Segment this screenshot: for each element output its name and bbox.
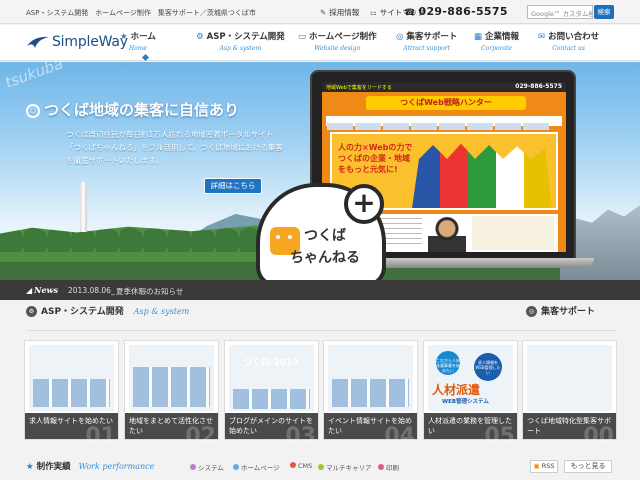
card-thumbnail	[129, 345, 214, 411]
card-caption: 人材派遣の業務を管理したい 05	[424, 413, 517, 448]
rss-icon: ▣	[533, 462, 540, 470]
card-thumbnail	[328, 345, 413, 411]
card-thumbnail: つくロ-2013	[229, 345, 314, 411]
recruit-link[interactable]: ✎ 採用情報	[320, 7, 359, 18]
screen-heroes-image	[412, 143, 552, 208]
dot-icon	[233, 464, 239, 470]
nav-attract-support[interactable]: ◎ 集客サポート Attract support	[396, 30, 457, 52]
phone-icon: ☎	[404, 8, 416, 18]
top-bar: ASP・システム開発 ホームページ制作 集客サポート／茨城県つくば市 ✎ 採用情報…	[0, 0, 640, 24]
search-button[interactable]: 検索	[594, 5, 614, 19]
nav-corporate[interactable]: ▦ 企業情報 Corporate	[474, 30, 519, 52]
search-input[interactable]: Google™ カスタム検索	[527, 5, 593, 19]
card-thumbnail	[527, 345, 612, 411]
section-divider	[26, 330, 616, 331]
dot-icon	[318, 464, 324, 470]
target-icon: ◎	[526, 306, 537, 317]
card-caption: イベント情報サイトを始めたい 04	[324, 413, 417, 448]
dot-icon	[378, 464, 384, 470]
asp-section-heading: ⚙ ASP・システム開発 Asp & system	[26, 304, 189, 328]
card-caption: 求人情報サイトを始めたい 01	[25, 413, 118, 448]
star-icon: ★	[120, 32, 128, 42]
service-card-job-site[interactable]: 求人情報サイトを始めたい 01	[24, 340, 119, 448]
card-caption: 地域をまとめて活性化させたい 02	[125, 413, 218, 448]
service-card-regional[interactable]: 地域をまとめて活性化させたい 02	[124, 340, 219, 448]
person-photo	[428, 216, 466, 252]
nav-contact[interactable]: ✉ お問い合わせ Contact us	[538, 30, 599, 52]
hero-detail-button[interactable]: 詳細はこちら	[204, 178, 262, 194]
nav-website-design[interactable]: ▭ ホームページ制作 Website design	[298, 30, 377, 52]
attract-section-heading: ◎ 集客サポート	[526, 304, 595, 328]
service-card-attract[interactable]: つくば地域特化型集客サポート 00	[522, 340, 617, 448]
legend-item[interactable]: CMS	[290, 462, 312, 470]
service-card-event[interactable]: イベント情報サイトを始めたい 04	[323, 340, 418, 448]
legend-item[interactable]: システム	[190, 462, 224, 472]
hero-description: つくば周辺住民が毎日約1万人訪れる地域密着ポータルサイト「つくばちゃんねる」をフ…	[66, 130, 283, 165]
nav-asp-system[interactable]: ⚙ ASP・システム開発 Asp & system	[196, 30, 285, 52]
service-card-staffing[interactable]: これから人材派遣事業を始めたい 求人情報をWEB管理したい 人材派遣 WEB管理…	[423, 340, 518, 448]
smile-icon: ☺	[26, 104, 40, 118]
gear-icon: ⚙	[196, 32, 204, 42]
legend-item[interactable]: 印刷	[378, 462, 399, 472]
more-button[interactable]: もっと見る	[564, 460, 612, 473]
mail-icon: ✉	[538, 32, 546, 42]
card-caption: ブログがメインのサイトを始めたい 03	[225, 413, 318, 448]
logo-swoosh-icon	[27, 36, 49, 48]
performance-heading: ★ 制作実績 Work performance	[26, 462, 155, 472]
legend-item[interactable]: ホームページ	[233, 462, 280, 472]
phone-number: ☎ 029-886-5575	[404, 5, 508, 18]
hero-headline: ☺ つくば地域の集客に自信あり	[26, 99, 239, 120]
service-card-blog[interactable]: つくロ-2013 ブログがメインのサイトを始めたい 03	[224, 340, 319, 448]
news-item-link[interactable]: 夏季休暇のお知らせ	[116, 286, 183, 297]
star-icon: ★	[26, 462, 34, 472]
news-date: 2013.08.06_	[68, 286, 115, 295]
legend-item[interactable]: マルチキャリア	[318, 462, 372, 472]
nav-home[interactable]: ★ ホーム Home	[120, 30, 156, 52]
card-thumbnail	[29, 345, 114, 411]
news-label: ◢ News	[26, 285, 58, 295]
card-caption: つくば地域特化型集客サポート 00	[523, 413, 616, 448]
site-logo[interactable]: SimpleWay	[26, 34, 128, 50]
sitemap-icon: ⚏	[370, 8, 377, 17]
rss-button[interactable]: ▣ RSS	[530, 460, 558, 473]
site-tagline: ASP・システム開発 ホームページ制作 集客サポート／茨城県つくば市	[26, 9, 256, 17]
gear-icon: ⚙	[26, 306, 37, 317]
main-header: SimpleWay ★ ホーム Home ⚙ ASP・システム開発 Asp & sy…	[0, 25, 640, 61]
target-icon: ◎	[396, 32, 404, 42]
plus-icon: +	[344, 184, 384, 224]
dot-icon	[290, 462, 296, 468]
screen-nav	[326, 116, 562, 130]
dot-icon	[190, 464, 196, 470]
screen-phone: 029-886-5575	[515, 83, 562, 90]
news-bar: ◢ News 2013.08.06_ 夏季休暇のお知らせ	[0, 280, 640, 300]
screen-title: つくばWeb戦略ハンター	[366, 96, 526, 110]
rocket-image	[80, 182, 87, 232]
signal-icon: ◢	[26, 285, 33, 295]
card-thumbnail: これから人材派遣事業を始めたい 求人情報をWEB管理したい 人材派遣 WEB管理…	[428, 345, 513, 411]
building-icon: ▦	[474, 32, 483, 42]
hero-watermark: tsukuba	[2, 62, 66, 92]
monitor-icon: ▭	[298, 32, 307, 42]
pencil-icon: ✎	[320, 8, 327, 17]
